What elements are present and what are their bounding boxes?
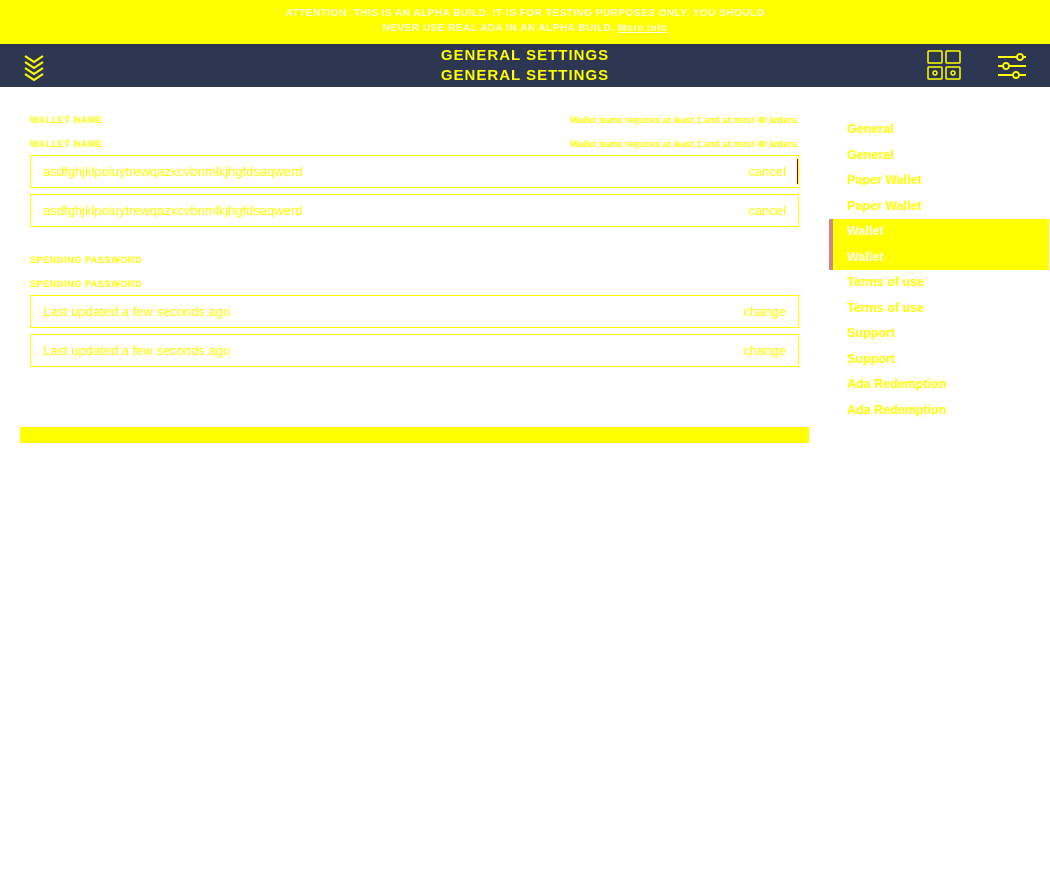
sidebar-item-wallet[interactable]: Wallet — [829, 219, 1049, 245]
banner-line1: ATTENTION: THIS IS AN ALPHA BUILD. IT IS… — [0, 6, 1050, 21]
spending-password-change[interactable]: change — [743, 304, 786, 319]
banner-line2: NEVER USE REAL ADA IN AN ALPHA BUILD. Mo… — [0, 21, 1050, 36]
banner-more-info-link[interactable]: More info — [618, 23, 668, 34]
wallets-icon[interactable] — [926, 49, 964, 83]
wallet-name-hint-dup: Wallet name requires at least 1 and at m… — [570, 139, 799, 149]
sidebar-item-support[interactable]: Support — [829, 321, 1049, 347]
spending-password-change-dup[interactable]: change — [743, 343, 786, 358]
sidebar-item-support-dup[interactable]: Support — [829, 347, 1049, 373]
spending-password-row: Last updated a few seconds ago change — [30, 295, 799, 328]
sidebar-item-ada-redemption-dup[interactable]: Ada Redemption — [829, 398, 1049, 424]
wallet-name-input[interactable] — [43, 164, 637, 179]
sidebar-item-paper-wallet-dup[interactable]: Paper Wallet — [829, 194, 1049, 220]
page-title: GENERAL SETTINGS GENERAL SETTINGS — [441, 46, 609, 85]
wallet-name-input-row: cancel — [30, 155, 799, 188]
sidebar-item-general[interactable]: General — [829, 117, 1049, 143]
spending-password-label: SPENDING PASSWORD — [30, 255, 142, 265]
sidebar-item-paper-wallet[interactable]: Paper Wallet — [829, 168, 1049, 194]
yellow-divider-bar — [20, 427, 809, 443]
wallet-name-cancel[interactable]: cancel — [748, 164, 786, 179]
menu-icon[interactable] — [22, 48, 58, 84]
sidebar-item-general-dup[interactable]: General — [829, 143, 1049, 169]
spending-password-status-dup: Last updated a few seconds ago — [43, 343, 637, 358]
spending-password-block: SPENDING PASSWORD SPENDING PASSWORD Last… — [20, 247, 809, 367]
wallet-name-input-dup[interactable] — [43, 203, 637, 218]
wallet-name-block: WALLET NAME Wallet name requires at leas… — [20, 107, 809, 227]
wallet-name-input-row-dup: cancel — [30, 194, 799, 227]
spending-password-status: Last updated a few seconds ago — [43, 304, 637, 319]
alpha-warning-banner: ATTENTION: THIS IS AN ALPHA BUILD. IT IS… — [0, 0, 1050, 44]
wallet-name-label-dup: WALLET NAME — [30, 139, 103, 149]
settings-sidebar: General General Paper Wallet Paper Walle… — [829, 87, 1049, 443]
sidebar-item-ada-redemption[interactable]: Ada Redemption — [829, 372, 1049, 398]
spending-password-row-dup: Last updated a few seconds ago change — [30, 334, 799, 367]
sidebar-item-terms[interactable]: Terms of use — [829, 270, 1049, 296]
settings-icon[interactable] — [994, 49, 1030, 83]
sidebar-item-terms-dup[interactable]: Terms of use — [829, 296, 1049, 322]
wallet-name-hint: Wallet name requires at least 1 and at m… — [570, 115, 799, 125]
wallet-name-label: WALLET NAME — [30, 115, 103, 125]
wallet-name-cancel-dup[interactable]: cancel — [748, 203, 786, 218]
spending-password-label-dup: SPENDING PASSWORD — [30, 279, 142, 289]
sidebar-item-wallet-dup[interactable]: Wallet — [829, 245, 1049, 271]
topbar: GENERAL SETTINGS GENERAL SETTINGS — [0, 44, 1050, 87]
settings-panel: WALLET NAME Wallet name requires at leas… — [0, 87, 829, 443]
